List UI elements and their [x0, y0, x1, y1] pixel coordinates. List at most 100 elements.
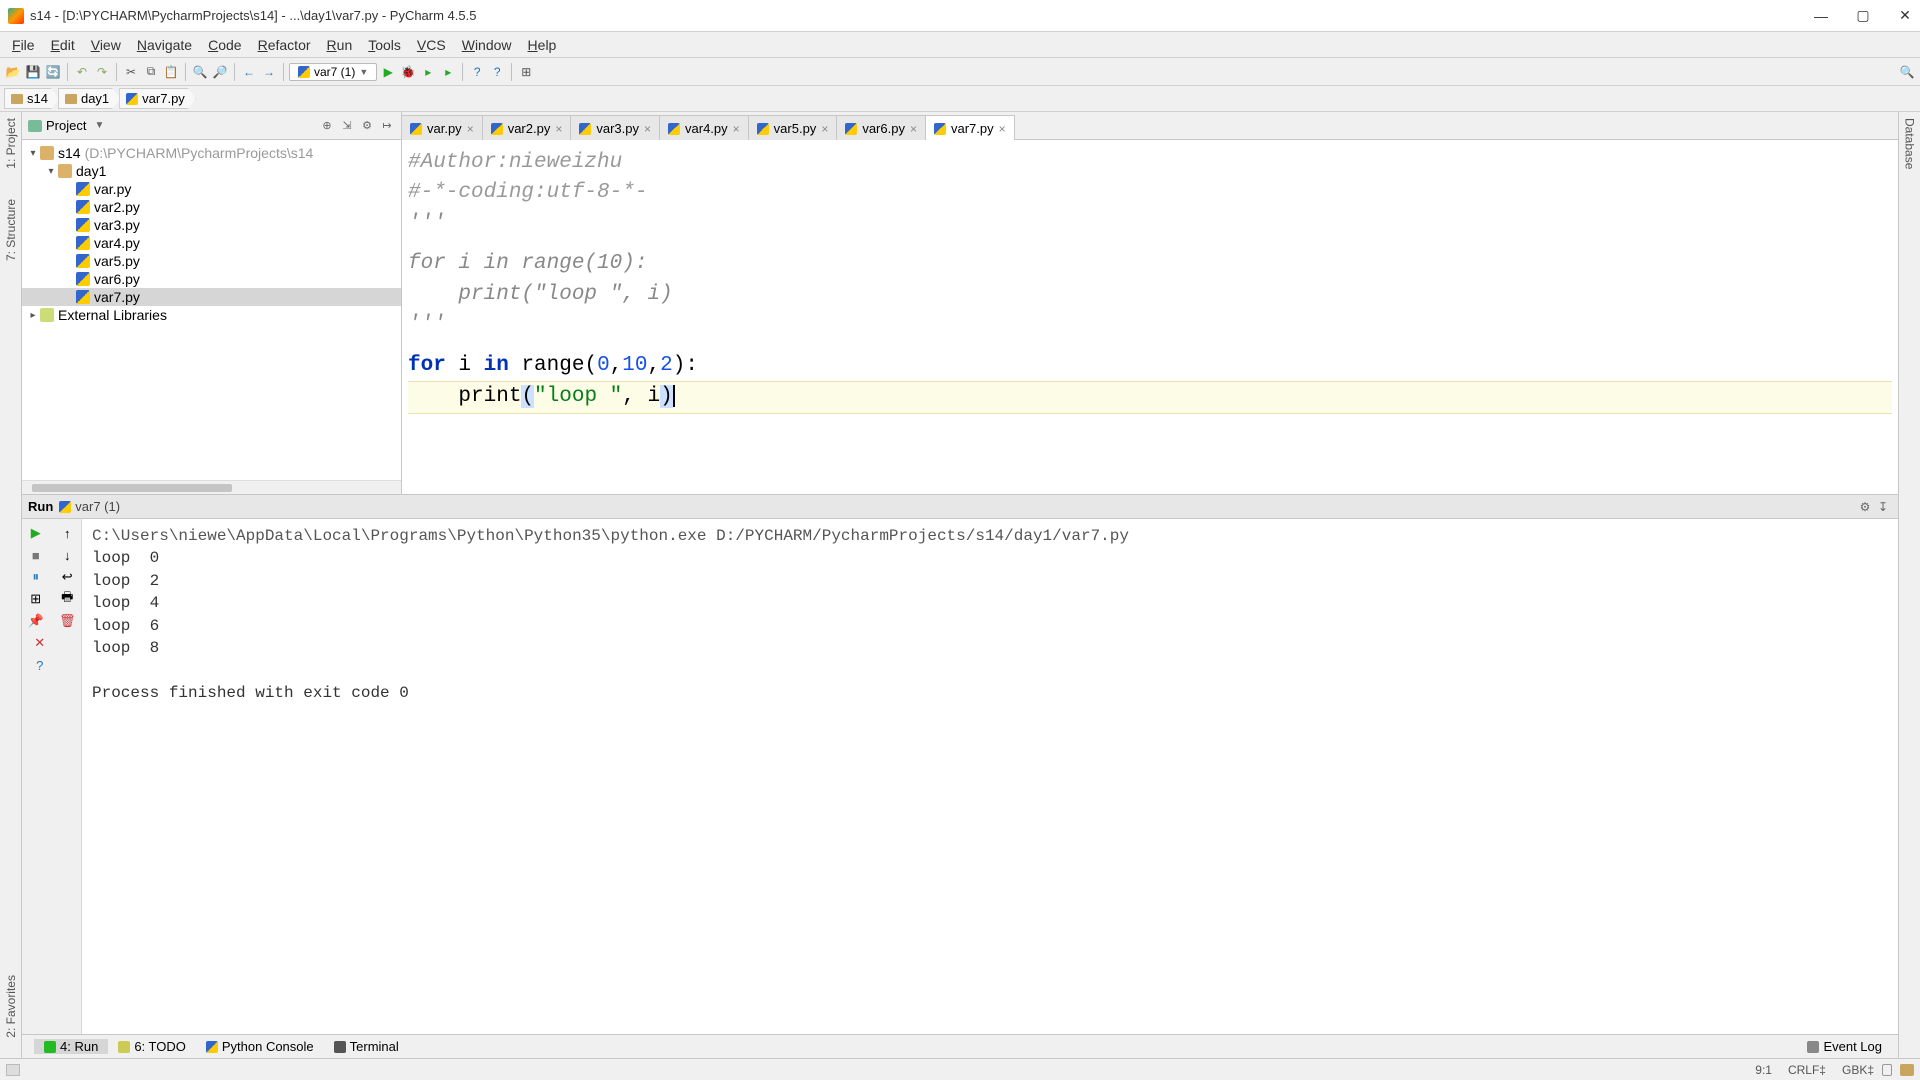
- menu-refactor[interactable]: Refactor: [250, 37, 319, 53]
- menu-edit[interactable]: Edit: [43, 37, 83, 53]
- collapse-icon[interactable]: ↧: [1874, 498, 1892, 516]
- tree-item[interactable]: var7.py: [22, 288, 401, 306]
- up-icon[interactable]: ↑: [59, 525, 75, 541]
- close-tab-icon[interactable]: ×: [644, 122, 651, 136]
- menu-window[interactable]: Window: [454, 37, 520, 53]
- collapse-icon[interactable]: ⇲: [339, 118, 355, 134]
- dump-icon[interactable]: ⊞: [28, 591, 44, 607]
- maximize-button[interactable]: ▢: [1856, 9, 1870, 23]
- close-icon[interactable]: ✕: [32, 635, 48, 651]
- menu-code[interactable]: Code: [200, 37, 249, 53]
- paste-icon[interactable]: 📋: [162, 63, 180, 81]
- save-icon[interactable]: 💾: [24, 63, 42, 81]
- bottom-tab-event-log[interactable]: Event Log: [1797, 1039, 1892, 1054]
- autoscroll-icon[interactable]: ⊕: [319, 118, 335, 134]
- sync-icon[interactable]: 🔄: [44, 63, 62, 81]
- stop-icon[interactable]: ■: [28, 547, 44, 563]
- minimize-button[interactable]: —: [1814, 9, 1828, 23]
- breadcrumb-item[interactable]: var7.py: [119, 88, 196, 109]
- menu-vcs[interactable]: VCS: [409, 37, 454, 53]
- rerun-icon[interactable]: ▶: [28, 525, 44, 541]
- run-icon[interactable]: ▶: [379, 63, 397, 81]
- close-tab-icon[interactable]: ×: [821, 122, 828, 136]
- tree-item[interactable]: var3.py: [22, 216, 401, 234]
- editor-tab[interactable]: var2.py×: [482, 115, 572, 140]
- sidebar-tab-structure[interactable]: 7: Structure: [4, 199, 18, 261]
- settings-icon[interactable]: ⚙: [1856, 498, 1874, 516]
- settings-icon[interactable]: ⚙: [359, 118, 375, 134]
- bottom-tab-4-run[interactable]: 4: Run: [34, 1039, 108, 1054]
- bottom-tab-6-todo[interactable]: 6: TODO: [108, 1039, 196, 1054]
- coverage-icon[interactable]: ▸: [419, 63, 437, 81]
- sidebar-tab-project[interactable]: 1: Project: [4, 118, 18, 169]
- bottom-tab-terminal[interactable]: Terminal: [324, 1039, 409, 1054]
- line-separator[interactable]: CRLF‡: [1788, 1063, 1826, 1077]
- help2-icon[interactable]: ?: [488, 63, 506, 81]
- down-icon[interactable]: ↓: [59, 547, 75, 563]
- close-tab-icon[interactable]: ×: [467, 122, 474, 136]
- copy-icon[interactable]: ⧉: [142, 63, 160, 81]
- help-icon[interactable]: ?: [468, 63, 486, 81]
- tree-item[interactable]: var6.py: [22, 270, 401, 288]
- expand-icon[interactable]: ▸: [26, 310, 40, 321]
- menu-help[interactable]: Help: [520, 37, 565, 53]
- breadcrumb-item[interactable]: s14: [4, 88, 59, 109]
- expand-icon[interactable]: ▾: [44, 166, 58, 177]
- sidebar-tab-favorites[interactable]: 2: Favorites: [4, 975, 18, 1038]
- code-editor[interactable]: #Author:nieweizhu #-*-coding:utf-8-*- ''…: [402, 140, 1898, 494]
- menu-file[interactable]: File: [4, 37, 43, 53]
- profile-icon[interactable]: ▸: [439, 63, 457, 81]
- trash-icon[interactable]: 🗑: [59, 613, 75, 629]
- tree-item[interactable]: var2.py: [22, 198, 401, 216]
- expand-icon[interactable]: ▾: [26, 148, 40, 159]
- structure-icon[interactable]: ⊞: [517, 63, 535, 81]
- print-icon[interactable]: 🖶: [59, 591, 75, 607]
- file-encoding[interactable]: GBK‡: [1842, 1063, 1874, 1077]
- run-config-dropdown[interactable]: var7 (1) ▼: [289, 63, 377, 81]
- tree-item[interactable]: var.py: [22, 180, 401, 198]
- replace-icon[interactable]: 🔎: [211, 63, 229, 81]
- dropdown-icon[interactable]: ▼: [94, 120, 104, 131]
- close-tab-icon[interactable]: ×: [555, 122, 562, 136]
- bottom-tab-python-console[interactable]: Python Console: [196, 1039, 324, 1054]
- search-everywhere-icon[interactable]: 🔍: [1898, 63, 1916, 81]
- debug-icon[interactable]: 🐞: [399, 63, 417, 81]
- editor-tab[interactable]: var.py×: [401, 115, 483, 140]
- tree-item[interactable]: ▾day1: [22, 162, 401, 180]
- soft-wrap-icon[interactable]: ↩: [59, 569, 75, 585]
- context-icon[interactable]: [1900, 1064, 1914, 1076]
- open-icon[interactable]: 📂: [4, 63, 22, 81]
- help-icon[interactable]: ?: [32, 657, 48, 673]
- lock-icon[interactable]: [1882, 1064, 1892, 1076]
- close-tab-icon[interactable]: ×: [910, 122, 917, 136]
- back-icon[interactable]: ←: [240, 63, 258, 81]
- undo-icon[interactable]: ↶: [73, 63, 91, 81]
- sidebar-tab-database[interactable]: Database: [1903, 118, 1917, 169]
- editor-tab[interactable]: var6.py×: [836, 115, 926, 140]
- tree-item[interactable]: var4.py: [22, 234, 401, 252]
- menu-tools[interactable]: Tools: [360, 37, 409, 53]
- hide-icon[interactable]: ↦: [379, 118, 395, 134]
- cut-icon[interactable]: ✂: [122, 63, 140, 81]
- status-icon[interactable]: [6, 1064, 20, 1076]
- find-icon[interactable]: 🔍: [191, 63, 209, 81]
- menu-view[interactable]: View: [83, 37, 129, 53]
- close-button[interactable]: ✕: [1898, 9, 1912, 23]
- tree-item[interactable]: ▸External Libraries: [22, 306, 401, 324]
- forward-icon[interactable]: →: [260, 63, 278, 81]
- editor-tab[interactable]: var4.py×: [659, 115, 749, 140]
- editor-tab[interactable]: var5.py×: [748, 115, 838, 140]
- cursor-position[interactable]: 9:1: [1755, 1063, 1772, 1077]
- tree-item[interactable]: ▾s14(D:\PYCHARM\PycharmProjects\s14: [22, 144, 401, 162]
- horizontal-scrollbar[interactable]: [22, 480, 401, 494]
- tree-item[interactable]: var5.py: [22, 252, 401, 270]
- breadcrumb-item[interactable]: day1: [58, 88, 120, 109]
- pin-icon[interactable]: 📌: [28, 613, 44, 629]
- pause-icon[interactable]: ⏸: [28, 569, 44, 585]
- editor-tab[interactable]: var7.py×: [925, 115, 1015, 140]
- menu-navigate[interactable]: Navigate: [129, 37, 200, 53]
- menu-run[interactable]: Run: [319, 37, 361, 53]
- close-tab-icon[interactable]: ×: [999, 122, 1006, 136]
- console-output[interactable]: C:\Users\niewe\AppData\Local\Programs\Py…: [82, 519, 1898, 1034]
- redo-icon[interactable]: ↷: [93, 63, 111, 81]
